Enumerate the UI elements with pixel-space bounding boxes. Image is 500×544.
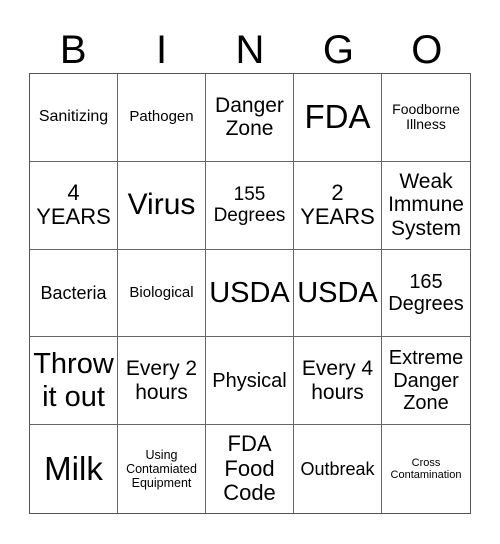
bingo-header: B I N G O bbox=[29, 28, 471, 73]
bingo-cell[interactable]: FDA bbox=[294, 74, 382, 162]
bingo-cell[interactable]: Physical bbox=[206, 337, 294, 426]
bingo-cell[interactable]: Outbreak bbox=[294, 425, 382, 513]
bingo-cell[interactable]: USDA bbox=[294, 249, 382, 338]
bingo-cell[interactable]: Milk bbox=[30, 425, 118, 513]
bingo-cell[interactable]: Extreme Danger Zone bbox=[382, 337, 470, 426]
bingo-cell[interactable]: Biological bbox=[118, 249, 206, 338]
bingo-cell[interactable]: 2 YEARS bbox=[294, 161, 382, 250]
header-letter-b: B bbox=[59, 28, 87, 72]
bingo-cell[interactable]: Danger Zone bbox=[206, 74, 294, 162]
bingo-cell[interactable]: 165 Degrees bbox=[382, 250, 470, 338]
bingo-cell[interactable]: Cross Contamination bbox=[382, 425, 470, 513]
bingo-cell[interactable]: Throw it out bbox=[30, 337, 118, 426]
bingo-cell[interactable]: USDA bbox=[206, 249, 294, 338]
bingo-cell[interactable]: Using Contamiated Equipment bbox=[118, 425, 206, 513]
bingo-cell[interactable]: Pathogen bbox=[118, 74, 206, 162]
header-letter-g: G bbox=[322, 28, 354, 72]
bingo-board: Sanitizing Pathogen Danger Zone FDA Food… bbox=[29, 73, 471, 514]
header-letter-i: I bbox=[156, 28, 168, 72]
bingo-cell[interactable]: Sanitizing bbox=[30, 74, 118, 162]
bingo-cell[interactable]: Virus bbox=[118, 161, 206, 250]
bingo-cell[interactable]: Every 2 hours bbox=[118, 337, 206, 426]
bingo-cell[interactable]: 155 Degrees bbox=[206, 161, 294, 250]
bingo-cell[interactable]: Weak Immune System bbox=[382, 162, 470, 250]
header-letter-n: N bbox=[235, 28, 265, 72]
bingo-cell[interactable]: Every 4 hours bbox=[294, 337, 382, 426]
bingo-cell[interactable]: FDA Food Code bbox=[206, 425, 294, 513]
header-letter-o: O bbox=[411, 28, 443, 72]
bingo-cell[interactable]: 4 YEARS bbox=[30, 161, 118, 250]
bingo-cell[interactable]: Foodborne Illness bbox=[382, 74, 470, 162]
bingo-cell[interactable]: Bacteria bbox=[30, 249, 118, 338]
